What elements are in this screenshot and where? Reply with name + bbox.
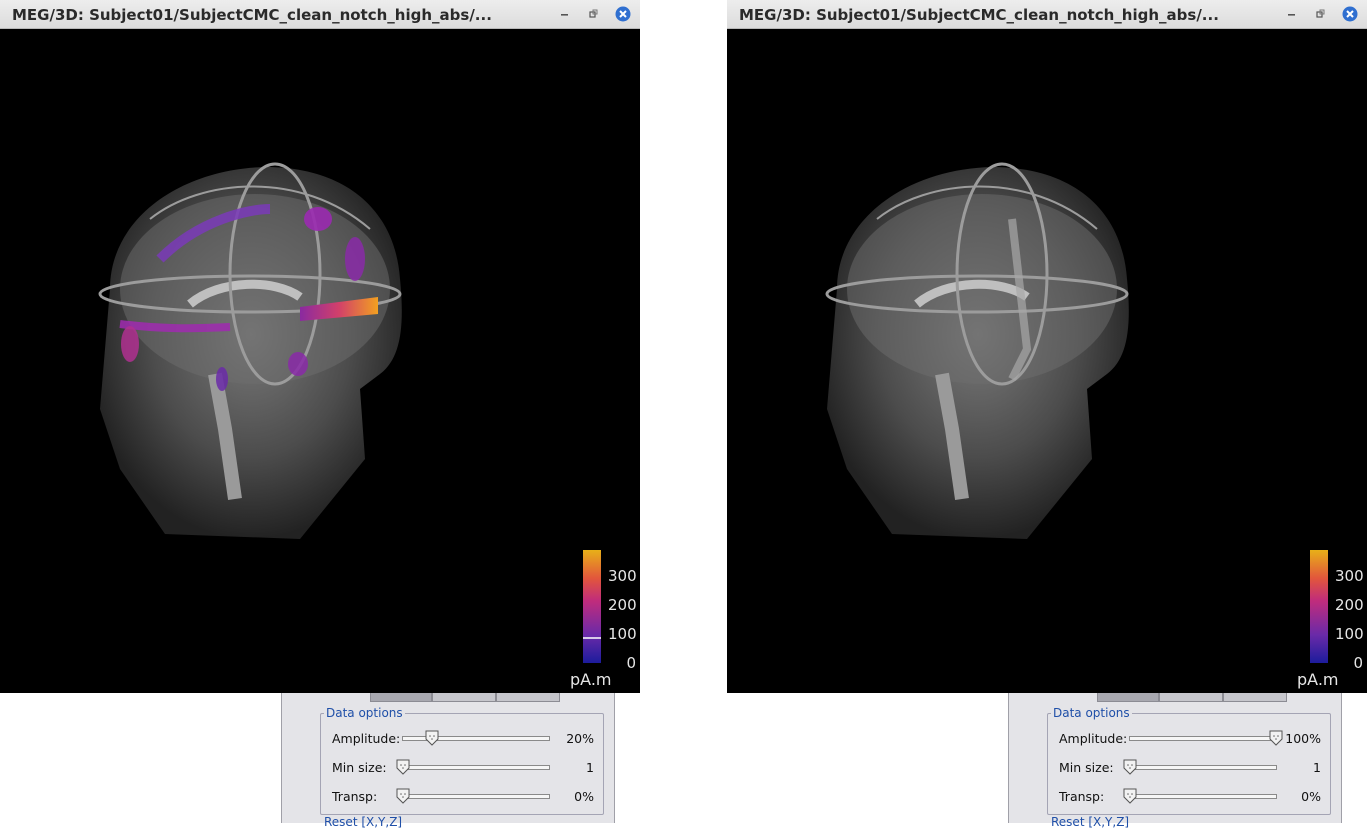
colorbar-tick: 200: [1335, 596, 1364, 614]
transparency-slider-track[interactable]: [1129, 794, 1277, 799]
colorbar-tick: 100: [608, 625, 637, 643]
colorbar: [583, 550, 601, 663]
min-size-slider-track[interactable]: [1129, 765, 1277, 770]
amplitude-label: Amplitude:: [1059, 731, 1128, 746]
colorbar-unit: pA.m: [1297, 670, 1339, 689]
reset-xyz-link[interactable]: Reset [X,Y,Z]: [324, 815, 402, 829]
min-size-value: 1: [586, 760, 594, 775]
close-icon[interactable]: [614, 5, 632, 23]
figure-window-right: MEG/3D: Subject01/SubjectCMC_clean_notch…: [727, 0, 1367, 693]
min-size-label: Min size:: [332, 760, 387, 775]
minimize-icon[interactable]: [556, 5, 574, 23]
transparency-value: 0%: [574, 789, 594, 804]
colorbar: [1310, 550, 1328, 663]
colorbar-unit: pA.m: [570, 670, 612, 689]
panel-tab[interactable]: [370, 693, 432, 702]
transparency-value: 0%: [1301, 789, 1321, 804]
reset-xyz-link[interactable]: Reset [X,Y,Z]: [1051, 815, 1129, 829]
panel-tab[interactable]: [496, 693, 560, 702]
mri-head-slices: [825, 162, 1129, 539]
options-panel: Data options Amplitude: 100% Min size: 1…: [1008, 693, 1342, 829]
minimize-icon[interactable]: [1283, 5, 1301, 23]
slider-thumb-icon[interactable]: [396, 788, 410, 804]
window-title: MEG/3D: Subject01/SubjectCMC_clean_notch…: [12, 6, 492, 24]
slider-thumb-icon[interactable]: [1269, 730, 1283, 746]
window-titlebar[interactable]: MEG/3D: Subject01/SubjectCMC_clean_notch…: [0, 0, 640, 29]
colorbar-tick: 200: [608, 596, 637, 614]
close-icon[interactable]: [1341, 5, 1359, 23]
mri-head-slices: [98, 162, 402, 539]
panel-tab[interactable]: [432, 693, 496, 702]
transparency-slider-track[interactable]: [402, 794, 550, 799]
amplitude-value: 20%: [566, 731, 594, 746]
amplitude-slider-track[interactable]: [1129, 736, 1277, 741]
min-size-label: Min size:: [1059, 760, 1114, 775]
colorbar-tick: 0: [1353, 654, 1363, 672]
transparency-label: Transp:: [332, 789, 378, 804]
colorbar-tick: 300: [1335, 567, 1364, 585]
colorbar-tick: 300: [608, 567, 637, 585]
slider-thumb-icon[interactable]: [1123, 788, 1137, 804]
restore-icon[interactable]: [1312, 5, 1330, 23]
amplitude-label: Amplitude:: [332, 731, 401, 746]
3d-viewport[interactable]: [0, 29, 640, 693]
window-title: MEG/3D: Subject01/SubjectCMC_clean_notch…: [739, 6, 1219, 24]
transparency-label: Transp:: [1059, 789, 1105, 804]
min-size-value: 1: [1313, 760, 1321, 775]
window-titlebar[interactable]: MEG/3D: Subject01/SubjectCMC_clean_notch…: [727, 0, 1367, 29]
colorbar-tick: 0: [626, 654, 636, 672]
slider-thumb-icon[interactable]: [425, 730, 439, 746]
figure-window-left: MEG/3D: Subject01/SubjectCMC_clean_notch…: [0, 0, 640, 693]
amplitude-value: 100%: [1285, 731, 1321, 746]
panel-tab[interactable]: [1223, 693, 1287, 702]
panel-tab[interactable]: [1097, 693, 1159, 702]
slider-thumb-icon[interactable]: [396, 759, 410, 775]
panel-tab[interactable]: [1159, 693, 1223, 702]
restore-icon[interactable]: [585, 5, 603, 23]
group-title: Data options: [1051, 706, 1132, 720]
amplitude-slider-track[interactable]: [402, 736, 550, 741]
colorbar-tick: 100: [1335, 625, 1364, 643]
slider-thumb-icon[interactable]: [1123, 759, 1137, 775]
3d-viewport[interactable]: [727, 29, 1367, 693]
group-title: Data options: [324, 706, 405, 720]
options-panel: Data options Amplitude: 20% Min size: 1 …: [281, 693, 615, 829]
min-size-slider-track[interactable]: [402, 765, 550, 770]
